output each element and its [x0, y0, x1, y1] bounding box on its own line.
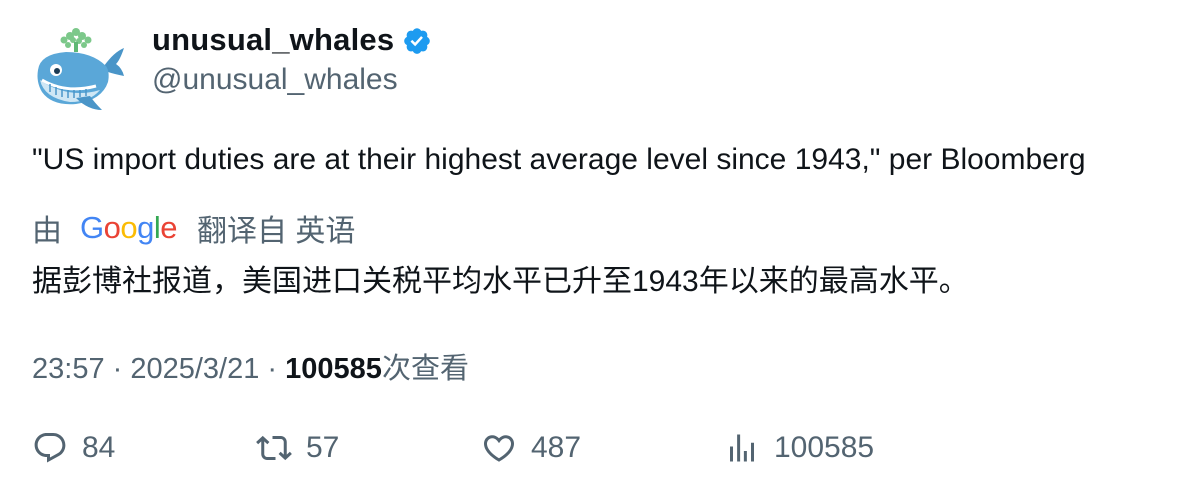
like-count: 487 — [531, 431, 582, 464]
reply-count: 84 — [82, 431, 116, 464]
translated-by-label: 由 — [32, 215, 62, 248]
meta-separator: · — [104, 353, 131, 385]
meta-separator: · — [259, 353, 286, 385]
author-name-row[interactable]: unusual_whales — [152, 22, 432, 58]
whale-avatar-icon — [37, 28, 124, 110]
tweet-text: "US import duties are at their highest a… — [32, 143, 1086, 176]
like-button[interactable]: 487 — [481, 430, 581, 466]
tweet-date[interactable]: 2025/3/21 — [130, 353, 259, 385]
action-bar: 84 57 487 100585 — [0, 430, 1196, 474]
views-label: 次查看 — [381, 353, 469, 385]
google-logo: Google — [80, 210, 178, 245]
tweet-time[interactable]: 23:57 — [32, 353, 105, 385]
views-action-count: 100585 — [774, 431, 875, 464]
analytics-icon — [730, 434, 754, 462]
display-name[interactable]: unusual_whales — [152, 22, 394, 58]
views-button[interactable]: 100585 — [724, 430, 874, 466]
reply-button[interactable]: 84 — [32, 430, 115, 466]
translated-text: 据彭博社报道，美国进口关税平均水平已升至1943年以来的最高水平。 — [32, 265, 969, 298]
tweet-meta: 23:57 · 2025/3/21 · 100585次查看 — [32, 345, 469, 387]
retweet-count: 57 — [306, 431, 340, 464]
verified-badge-icon[interactable] — [402, 26, 432, 56]
translated-from-label: 翻译自 英语 — [197, 215, 356, 248]
views-count: 100585 — [285, 353, 382, 385]
reply-icon — [34, 433, 66, 463]
translation-attribution[interactable]: 由 Google 翻译自 英语 — [32, 206, 355, 250]
author-handle[interactable]: @unusual_whales — [152, 63, 398, 97]
retweet-icon — [256, 435, 292, 461]
retweet-button[interactable]: 57 — [256, 430, 339, 466]
avatar[interactable] — [30, 24, 126, 114]
heart-icon — [483, 435, 515, 462]
